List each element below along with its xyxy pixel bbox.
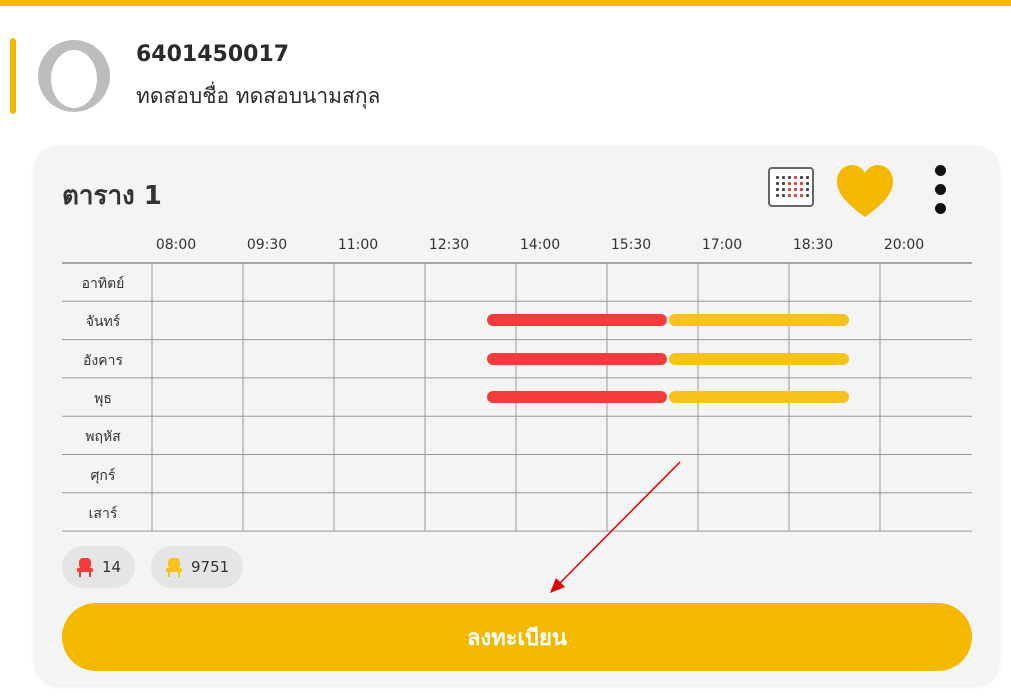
register-button[interactable]: ลงทะเบียน bbox=[62, 603, 972, 671]
seat-chip-yellow: 9751 bbox=[151, 546, 244, 588]
seat-chip-red: 14 bbox=[62, 546, 136, 588]
time-label: 18:30 bbox=[792, 237, 834, 253]
seat-count-yellow: 9751 bbox=[191, 558, 230, 576]
session-bar[interactable] bbox=[669, 314, 849, 327]
seat-red-icon bbox=[77, 558, 93, 577]
day-label: พุธ bbox=[94, 390, 112, 407]
profile-accent-bar bbox=[10, 38, 16, 114]
time-label: 17:00 bbox=[701, 237, 743, 253]
day-label: เสาร์ bbox=[88, 505, 118, 522]
time-label: 11:00 bbox=[337, 237, 379, 253]
time-label: 20:00 bbox=[883, 237, 925, 253]
session-bar[interactable] bbox=[669, 352, 849, 365]
schedule-card: ตาราง 1 08:00 09:30 11:00 12:30 14:00 15:30 17… bbox=[34, 145, 1000, 685]
day-label: อาทิตย์ bbox=[81, 276, 125, 292]
student-id: 6401450017 bbox=[136, 42, 290, 67]
day-label: พฤหัส bbox=[85, 429, 121, 446]
session-bar[interactable] bbox=[487, 314, 667, 327]
day-label: อังคาร bbox=[83, 352, 123, 369]
schedule-grid bbox=[62, 262, 972, 532]
time-label: 08:00 bbox=[155, 237, 197, 253]
time-label: 12:30 bbox=[428, 237, 470, 253]
session-bar[interactable] bbox=[487, 352, 667, 365]
seat-yellow-icon bbox=[166, 558, 182, 577]
day-label: จันทร์ bbox=[85, 314, 121, 331]
student-name: ทดสอบชื่อ ทดสอบนามสกุล bbox=[136, 84, 381, 108]
time-label: 14:00 bbox=[519, 237, 561, 253]
seat-count-red: 14 bbox=[102, 558, 122, 576]
top-accent-bar bbox=[0, 0, 1011, 6]
time-label: 09:30 bbox=[246, 237, 288, 253]
session-bar[interactable] bbox=[669, 390, 849, 403]
time-label: 15:30 bbox=[610, 237, 652, 253]
avatar bbox=[38, 40, 110, 112]
day-label: ศุกร์ bbox=[90, 467, 116, 484]
session-bar[interactable] bbox=[487, 390, 667, 403]
